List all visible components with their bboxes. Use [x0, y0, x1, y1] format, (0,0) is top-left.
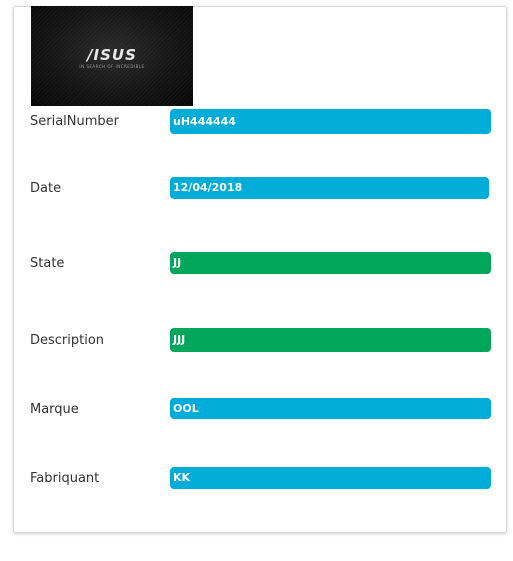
device-image: /ISUS IN SEARCH OF INCREDIBLE — [31, 6, 193, 106]
state-value: JJ — [170, 252, 491, 274]
date-value: 12/04/2018 — [170, 177, 489, 199]
fabriquant-value: KK — [170, 467, 491, 489]
device-detail-card: /ISUS IN SEARCH OF INCREDIBLE SerialNumb… — [13, 6, 507, 533]
description-value: JJJ — [170, 328, 491, 352]
state-label: State — [30, 256, 65, 271]
serial-number-value: uH444444 — [170, 109, 491, 134]
description-label: Description — [30, 333, 105, 348]
marque-value: OOL — [170, 398, 491, 419]
date-label: Date — [30, 181, 62, 196]
marque-label: Marque — [30, 402, 79, 417]
fabriquant-label: Fabriquant — [30, 471, 100, 486]
serial-number-label: SerialNumber — [30, 114, 120, 129]
brand-logo: /ISUS — [87, 46, 137, 64]
brand-tagline: IN SEARCH OF INCREDIBLE — [79, 64, 145, 69]
